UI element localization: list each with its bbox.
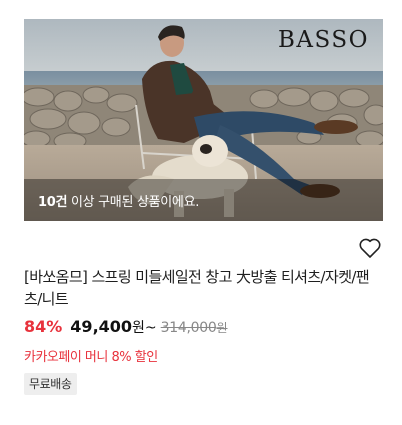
- purchase-count: 10건: [38, 195, 68, 210]
- product-title[interactable]: [바쏘옴므] 스프링 미들세일전 창고 大방출 티셔츠/자켓/팬츠/니트: [24, 266, 374, 310]
- brand-logo: BASSO: [278, 27, 369, 53]
- kakaopay-promo: 카카오페이 머니 8% 할인: [24, 350, 158, 365]
- free-shipping-badge: 무료배송: [24, 373, 77, 395]
- discount-rate: 84%: [24, 317, 63, 336]
- heart-outline-icon: [359, 238, 381, 258]
- purchase-count-overlay: 10건 이상 구매된 상품이에요.: [24, 179, 383, 221]
- purchase-count-suffix: 이상 구매된 상품이에요.: [67, 195, 200, 210]
- sale-price-unit: 원~: [132, 320, 157, 336]
- original-price: 314,000: [160, 320, 217, 336]
- purchase-count-text: 10건 이상 구매된 상품이에요.: [38, 191, 199, 210]
- sale-price: 49,400: [70, 317, 133, 336]
- product-card[interactable]: BASSO 10건 이상 구매된 상품이에요. [바쏘옴므] 스프링 미들세일전…: [0, 0, 402, 425]
- original-price-unit: 원: [216, 321, 228, 335]
- product-image[interactable]: BASSO 10건 이상 구매된 상품이에요.: [24, 19, 383, 221]
- wishlist-heart-icon[interactable]: [358, 236, 382, 260]
- price-row: 84% 49,400 원~ 314,000 원: [24, 317, 228, 339]
